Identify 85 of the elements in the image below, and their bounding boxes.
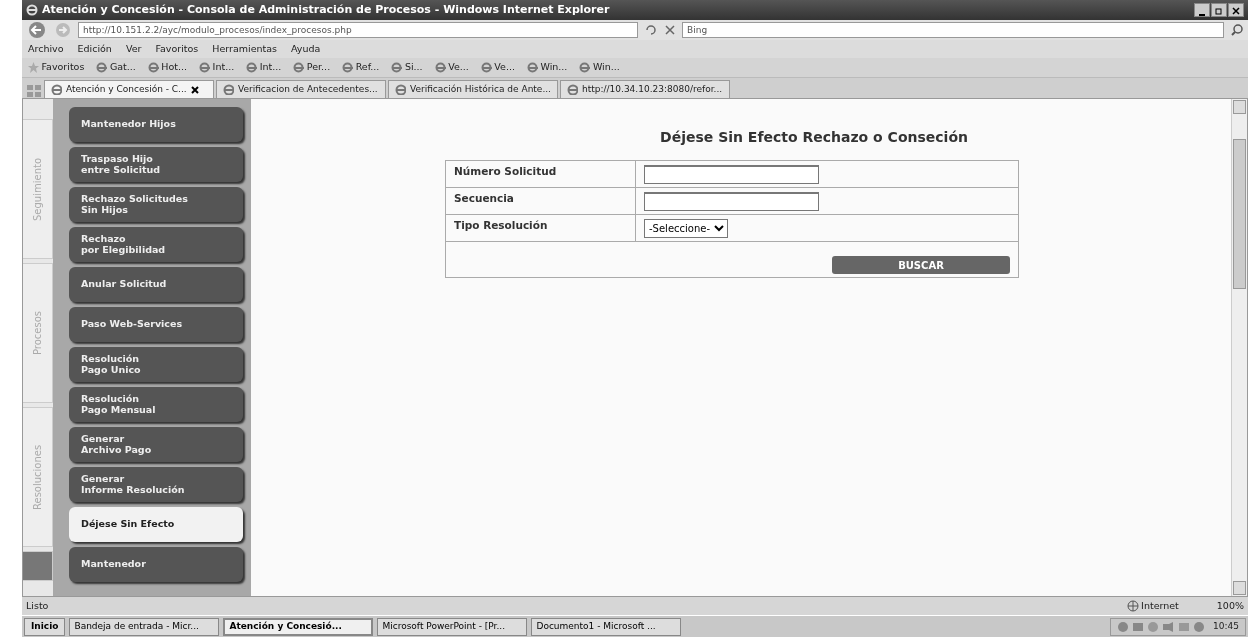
page-icon bbox=[391, 62, 403, 73]
page-icon bbox=[293, 62, 305, 73]
menu-item[interactable]: Herramientas bbox=[212, 41, 277, 57]
window-title: Atención y Concesión - Consola de Administración de Procesos - Windows Internet Explorer bbox=[42, 1, 610, 18]
favorite-link[interactable]: Si... bbox=[391, 60, 423, 75]
menu-item[interactable]: Favoritos bbox=[155, 41, 199, 57]
field-label: Tipo Resolución bbox=[445, 214, 636, 242]
sidebar-button[interactable]: Rechazo por Elegibilidad bbox=[69, 227, 243, 262]
search-icon[interactable] bbox=[1230, 23, 1244, 37]
taskbar-button[interactable]: Microsoft PowerPoint - [Pr... bbox=[377, 617, 528, 636]
menu-item[interactable]: Ayuda bbox=[291, 41, 321, 57]
page-icon bbox=[579, 62, 591, 73]
favorite-link[interactable]: Win... bbox=[579, 60, 620, 75]
browser-tab[interactable]: http://10.34.10.23:8080/refor... bbox=[560, 80, 730, 98]
star-icon bbox=[28, 62, 39, 73]
page-icon bbox=[480, 62, 492, 73]
page-icon bbox=[147, 62, 159, 73]
search-field[interactable]: Bing bbox=[682, 22, 1224, 38]
zone-indicator: Internet bbox=[1126, 598, 1179, 614]
page-icon bbox=[526, 62, 538, 73]
sidebar-button[interactable]: Generar Archivo Pago bbox=[69, 427, 243, 462]
page-icon bbox=[51, 84, 62, 95]
menu-item[interactable]: Archivo bbox=[28, 41, 64, 57]
page-icon bbox=[199, 62, 211, 73]
form-title: Déjese Sin Efecto Rechazo o Conseción bbox=[659, 128, 969, 147]
favorite-link[interactable]: Int... bbox=[199, 60, 235, 75]
page-icon bbox=[96, 62, 108, 73]
sidebar-button[interactable]: Resolución Pago Mensual bbox=[69, 387, 243, 422]
refresh-icon[interactable] bbox=[644, 23, 658, 37]
sidebar-button[interactable]: Resolución Pago Unico bbox=[69, 347, 243, 382]
field-label: Secuencia bbox=[445, 187, 636, 215]
taskbar-button[interactable]: Documento1 - Microsoft ... bbox=[531, 617, 682, 636]
close-icon bbox=[1232, 6, 1240, 15]
back-icon[interactable] bbox=[26, 21, 48, 39]
address-field[interactable]: http://10.151.2.2/ayc/modulo_procesos/index_procesos.php bbox=[78, 22, 638, 38]
menu-item[interactable]: Edición bbox=[77, 41, 112, 57]
sidebar-button[interactable]: Generar Informe Resolución bbox=[69, 467, 243, 502]
field-label: Número Solicitud bbox=[445, 160, 636, 188]
zoom-level[interactable]: 100% bbox=[1216, 598, 1244, 614]
browser-tab[interactable]: Verificación Histórica de Ante... bbox=[388, 80, 558, 98]
start-button[interactable]: Inicio bbox=[24, 617, 66, 636]
favorites-button[interactable]: Favoritos bbox=[28, 60, 85, 75]
page-icon bbox=[567, 84, 578, 95]
favorite-link[interactable]: Gat... bbox=[96, 60, 136, 75]
browser-tab[interactable]: Atención y Concesión - C... bbox=[44, 80, 214, 98]
stop-icon[interactable] bbox=[664, 24, 676, 36]
page-icon bbox=[342, 62, 354, 73]
minimize-button[interactable] bbox=[1194, 3, 1210, 17]
favorite-link[interactable]: Win... bbox=[526, 60, 568, 75]
page-icon bbox=[223, 84, 234, 95]
sidebar-button[interactable]: Paso Web-Services bbox=[69, 307, 243, 342]
browser-tab[interactable]: Verificacion de Antecedentes... bbox=[216, 80, 386, 98]
restore-button[interactable] bbox=[1211, 3, 1227, 17]
text-field[interactable] bbox=[644, 164, 819, 184]
text-field[interactable] bbox=[644, 191, 819, 211]
type-select[interactable]: -Seleccione- bbox=[644, 218, 728, 238]
sidebar-button[interactable]: Mantenedor Hijos bbox=[69, 107, 243, 142]
favorite-link[interactable]: Int... bbox=[246, 60, 282, 75]
page-icon bbox=[395, 84, 406, 95]
scrollbar[interactable] bbox=[1231, 99, 1247, 596]
taskbar-button[interactable]: Atención y Concesió... bbox=[223, 617, 374, 636]
clock: 10:45 bbox=[1213, 619, 1239, 633]
page-icon bbox=[434, 62, 446, 73]
sidebar-button[interactable]: Anular Solicitud bbox=[69, 267, 243, 302]
restore-icon bbox=[1215, 6, 1223, 15]
browser-icon bbox=[26, 4, 38, 16]
globe-icon bbox=[1126, 600, 1139, 612]
sidebar-button[interactable]: Rechazo Solicitudes Sin Hijos bbox=[69, 187, 243, 222]
sidebar-button[interactable]: Mantenedor bbox=[69, 547, 243, 582]
taskbar-button[interactable]: Bandeja de entrada - Micr... bbox=[69, 617, 220, 636]
page-icon bbox=[246, 62, 258, 73]
favorite-link[interactable]: Per... bbox=[293, 60, 331, 75]
favorite-link[interactable]: Ve... bbox=[480, 60, 515, 75]
favorite-link[interactable]: Ref... bbox=[342, 60, 380, 75]
side-tab[interactable] bbox=[23, 551, 53, 581]
favorite-link[interactable]: Hot... bbox=[147, 60, 188, 75]
favorite-link[interactable]: Ve... bbox=[434, 60, 469, 75]
search-button[interactable]: BUSCAR bbox=[832, 256, 1010, 274]
sidebar-button[interactable]: Déjese Sin Efecto bbox=[69, 507, 243, 542]
sidebar-button[interactable]: Traspaso Hijo entre Solicitud bbox=[69, 147, 243, 182]
status-text: Listo bbox=[26, 598, 49, 613]
minimize-icon bbox=[1199, 13, 1205, 16]
close-button[interactable] bbox=[1228, 3, 1244, 17]
close-icon[interactable] bbox=[190, 85, 199, 94]
menu-item[interactable]: Ver bbox=[125, 41, 142, 57]
